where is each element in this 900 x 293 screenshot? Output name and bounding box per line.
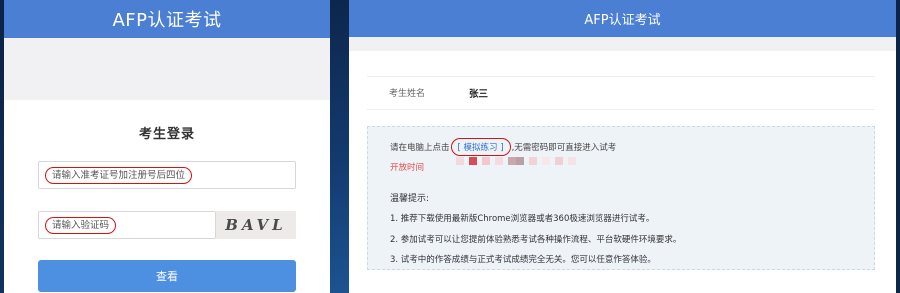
exam-header-band	[349, 37, 896, 51]
ticket-number-placeholder: 请输入准考证号加注册号后四位	[45, 167, 193, 184]
practice-instruction-prefix: 请在电脑上点击	[390, 143, 450, 153]
redacted-block	[495, 157, 503, 165]
candidate-name-label: 考生姓名	[389, 89, 426, 99]
login-header: AFP认证考试	[4, 0, 330, 38]
redacted-block	[529, 157, 537, 165]
login-header-title: AFP认证考试	[112, 10, 222, 31]
redacted-block	[508, 157, 516, 165]
view-button-label: 查看	[156, 270, 178, 283]
exam-info-panel: AFP认证考试 考生姓名 张三 请在电脑上点击 [ 模拟练习 ] ,无需密码即可…	[349, 0, 896, 293]
tips-title: 温馨提示:	[390, 194, 430, 204]
exam-header: AFP认证考试	[349, 0, 896, 37]
tip-item: 1. 推荐下载使用最新版Chrome浏览器或者360极速浏览器进行试考。	[390, 214, 655, 224]
login-title: 考生登录	[138, 127, 195, 142]
redacted-block	[482, 157, 490, 165]
tip-item: 3. 试考中的作答成绩与正式考试成绩完全无关。您可以任意作答体验。	[390, 255, 656, 265]
practice-instruction-suffix: ,无需密码即可直接进入试考	[511, 143, 617, 153]
redacted-block	[469, 157, 477, 165]
captcha-image[interactable]: BAVL	[216, 211, 296, 239]
tip-item: 2. 参加试考可以让您提前体验熟悉考试各种操作流程、平台软硬件环境要求。	[390, 235, 682, 245]
redacted-block	[516, 157, 524, 165]
candidate-name-value: 张三	[469, 89, 489, 100]
login-panel: AFP认证考试 考生登录 请输入准考证号加注册号后四位 请输入验证码 BAVL …	[4, 0, 330, 293]
practice-instruction: 请在电脑上点击 [ 模拟练习 ] ,无需密码即可直接进入试考	[390, 138, 616, 156]
redacted-block	[555, 157, 563, 165]
redacted-block	[568, 157, 576, 165]
captcha-input[interactable]: 请输入验证码	[38, 211, 216, 239]
ticket-number-input[interactable]: 请输入准考证号加注册号后四位	[38, 161, 296, 189]
redacted-block	[456, 157, 464, 165]
practice-link[interactable]: [ 模拟练习 ]	[450, 138, 511, 156]
practice-info-box: 请在电脑上点击 [ 模拟练习 ] ,无需密码即可直接进入试考 开放时间 温馨提示…	[367, 126, 875, 270]
view-button[interactable]: 查看	[38, 260, 296, 292]
exam-header-title: AFP认证考试	[584, 13, 661, 28]
captcha-text: BAVL	[225, 216, 287, 234]
candidate-name-row: 考生姓名 张三	[367, 76, 875, 110]
captcha-placeholder: 请输入验证码	[45, 217, 117, 234]
login-header-band	[4, 38, 330, 100]
redacted-block	[542, 157, 550, 165]
exam-code-label: 开放时间	[390, 163, 425, 173]
